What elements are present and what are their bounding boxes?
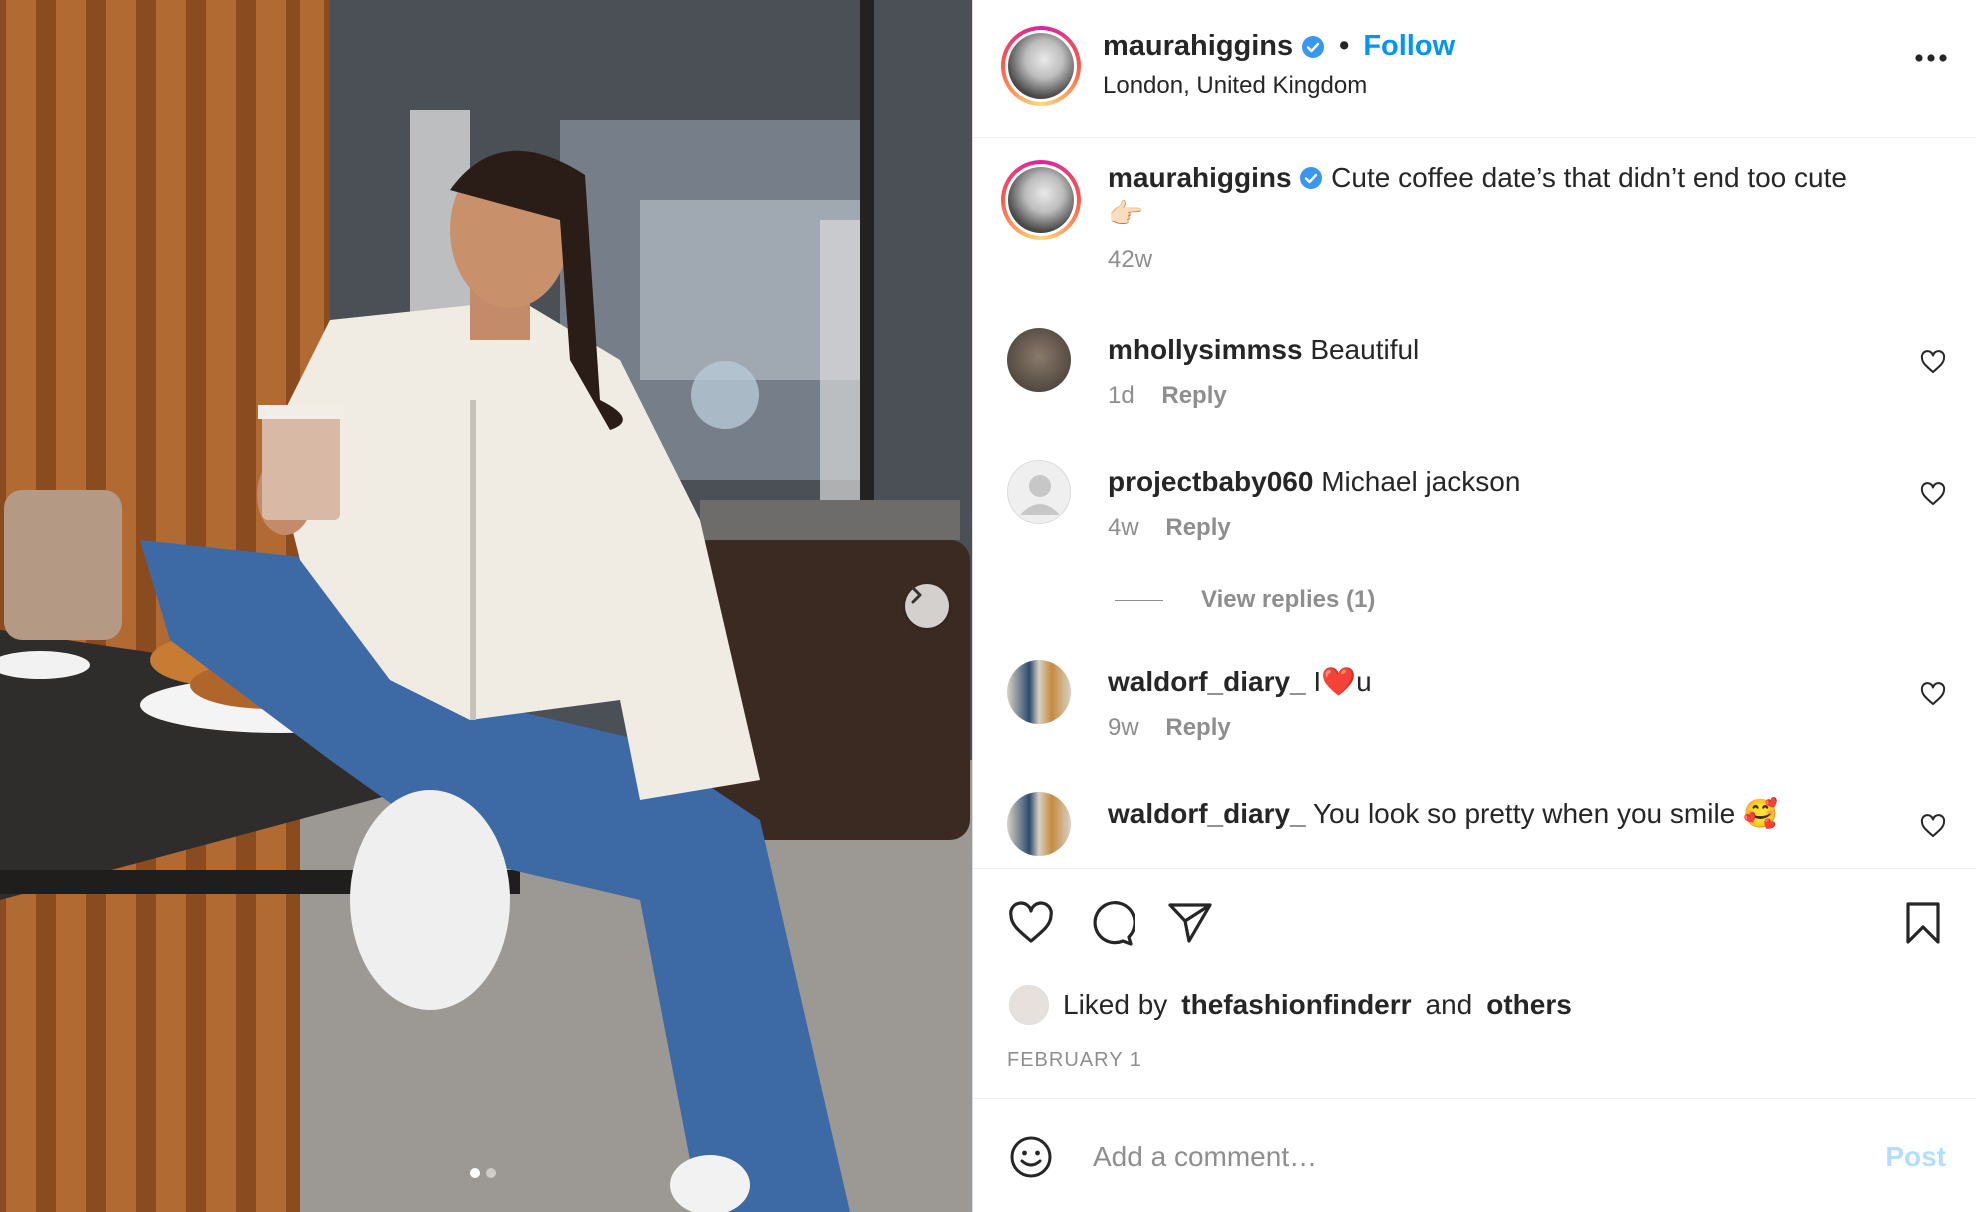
caption-age: 42w <box>1108 246 1153 273</box>
carousel-dot-active <box>470 1168 480 1178</box>
liked-by-and: and <box>1425 989 1473 1020</box>
commenter-avatar[interactable] <box>1007 660 1071 724</box>
liked-by-prefix: Liked by <box>1063 989 1168 1020</box>
commenter-username[interactable]: projectbaby060 <box>1108 466 1313 497</box>
comment-age: 1d <box>1108 382 1135 409</box>
caption-username[interactable]: maurahiggins <box>1108 162 1292 193</box>
next-image-button[interactable] <box>905 584 949 628</box>
comments-list[interactable]: maurahiggins Cute coffee date’s that did… <box>973 138 1976 868</box>
carousel-indicator <box>470 1168 496 1178</box>
caption-avatar[interactable] <box>1001 160 1081 240</box>
comment-icon[interactable] <box>1087 901 1135 947</box>
post-actions: Liked by thefashionfinderr and others FE… <box>973 868 1976 1098</box>
view-replies-label: View replies (1) <box>1201 586 1376 613</box>
comment-age: 4w <box>1108 514 1139 541</box>
post-date: FEBRUARY 1 <box>1007 1049 1142 1071</box>
chevron-right-icon <box>911 586 922 604</box>
view-replies-button[interactable]: View replies (1) <box>1115 586 1375 614</box>
caption-emoji: 👉🏻 <box>1108 198 1143 229</box>
liked-by-others[interactable]: others <box>1486 989 1572 1021</box>
comment-meta: 4w Reply <box>1108 510 1896 546</box>
comment-body: mhollysimmss Beautiful 1d Reply <box>1108 332 1896 414</box>
comment-input[interactable] <box>1091 1131 1855 1183</box>
comment-like-icon[interactable] <box>1920 350 1946 374</box>
commenter-avatar[interactable] <box>1007 792 1071 856</box>
more-options-icon <box>1915 54 1947 62</box>
more-options-button[interactable] <box>1914 50 1948 68</box>
heart-icon[interactable] <box>1007 901 1055 945</box>
caption-body: maurahiggins Cute coffee date’s that did… <box>1108 160 1896 278</box>
author-avatar[interactable] <box>1001 26 1081 106</box>
bookmark-icon[interactable] <box>1904 901 1942 945</box>
user-placeholder-icon <box>1020 475 1060 515</box>
follow-button[interactable]: Follow <box>1363 30 1455 63</box>
verified-badge-icon <box>1300 167 1323 189</box>
caption-text: Cute coffee date’s that didn’t end too c… <box>1331 162 1847 193</box>
emoji-icon[interactable] <box>1009 1135 1053 1179</box>
author-username[interactable]: maurahiggins <box>1103 30 1293 63</box>
commenter-username[interactable]: mhollysimmss <box>1108 334 1303 365</box>
liked-by-user[interactable]: thefashionfinderr <box>1181 989 1411 1021</box>
reply-button[interactable]: Reply <box>1161 382 1226 409</box>
comment-like-icon[interactable] <box>1920 482 1946 506</box>
comment-composer: Post <box>973 1098 1976 1212</box>
liked-by: Liked by thefashionfinderr and others <box>1009 985 1572 1025</box>
liked-by-avatar[interactable] <box>1009 985 1049 1025</box>
post-side-panel: maurahiggins • Follow London, United Kin… <box>972 0 1976 1212</box>
comment-age: 9w <box>1108 714 1139 741</box>
author-row: maurahiggins • Follow <box>1103 30 1455 63</box>
carousel-dot <box>486 1168 496 1178</box>
comment-body: projectbaby060 Michael jackson 4w Reply <box>1108 464 1896 546</box>
photo-illustration <box>0 0 972 1212</box>
paper-plane-icon[interactable] <box>1167 901 1213 945</box>
comment-meta: 1d Reply <box>1108 378 1896 414</box>
commenter-avatar-default[interactable] <box>1007 460 1071 524</box>
comment-like-icon[interactable] <box>1920 814 1946 838</box>
post-header: maurahiggins • Follow London, United Kin… <box>973 0 1976 138</box>
reply-button[interactable]: Reply <box>1165 514 1230 541</box>
verified-badge-icon <box>1302 35 1325 58</box>
comment-text: You look so pretty when you smile 🥰 <box>1312 798 1778 829</box>
post-photo <box>0 0 972 1212</box>
commenter-username[interactable]: waldorf_diary_ <box>1108 666 1306 697</box>
comment-body: waldorf_diary_ You look so pretty when y… <box>1108 796 1896 832</box>
comment-meta: 9w Reply <box>1108 710 1896 746</box>
header-separator: • <box>1339 30 1350 62</box>
comment-like-icon[interactable] <box>1920 682 1946 706</box>
post-location[interactable]: London, United Kingdom <box>1103 72 1367 100</box>
view-replies-line <box>1115 599 1163 601</box>
comment-text: Beautiful <box>1310 334 1420 365</box>
post-comment-button[interactable]: Post <box>1885 1141 1946 1173</box>
comment-body: waldorf_diary_ I❤️u 9w Reply <box>1108 664 1896 746</box>
reply-button[interactable]: Reply <box>1165 714 1230 741</box>
commenter-avatar[interactable] <box>1007 328 1071 392</box>
commenter-username[interactable]: waldorf_diary_ <box>1108 798 1306 829</box>
comment-text: Michael jackson <box>1321 466 1521 497</box>
comment-text: I❤️u <box>1313 666 1372 697</box>
